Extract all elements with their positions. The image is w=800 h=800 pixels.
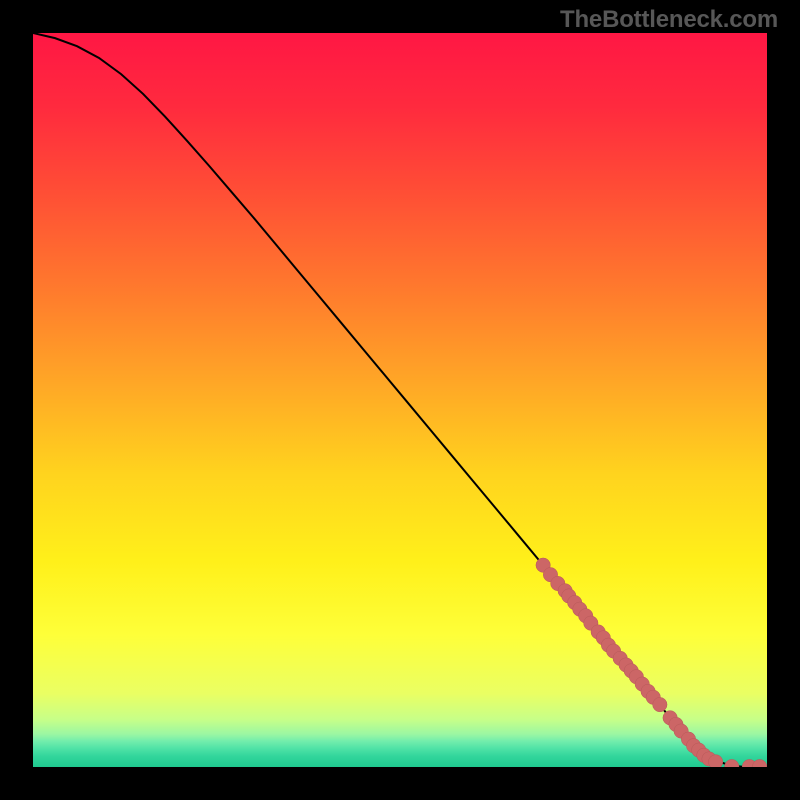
attribution-label: TheBottleneck.com (560, 6, 778, 34)
plot-area (33, 33, 767, 767)
curve-marker (708, 755, 722, 767)
gradient-background (33, 33, 767, 767)
curve-marker (653, 697, 667, 711)
chart-frame: TheBottleneck.com (0, 0, 800, 800)
chart-svg (33, 33, 767, 767)
